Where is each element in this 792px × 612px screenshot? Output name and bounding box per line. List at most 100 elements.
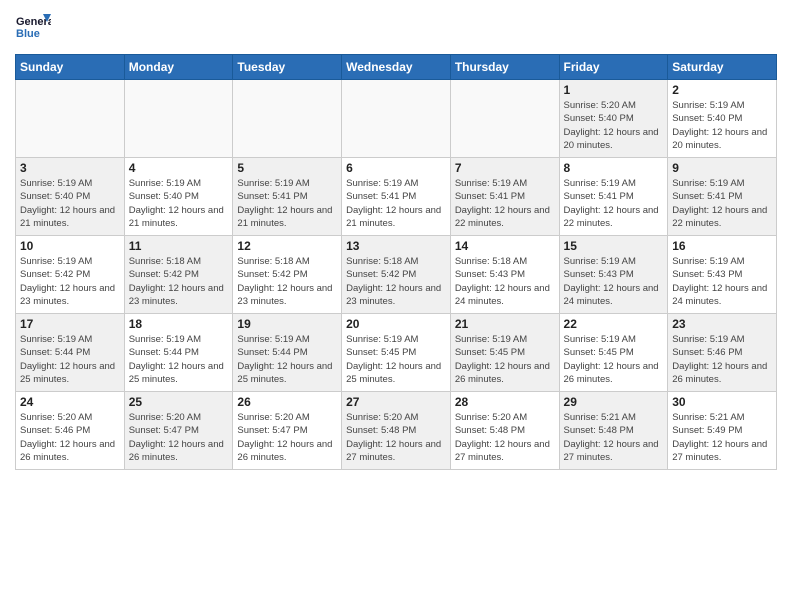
day-info: Sunrise: 5:19 AM Sunset: 5:41 PM Dayligh… xyxy=(564,177,664,230)
day-info: Sunrise: 5:19 AM Sunset: 5:41 PM Dayligh… xyxy=(455,177,555,230)
calendar-cell: 22 Sunrise: 5:19 AM Sunset: 5:45 PM Dayli… xyxy=(559,314,668,392)
calendar-cell: 12Sunrise: 5:18 AM Sunset: 5:42 PM Dayli… xyxy=(233,236,342,314)
calendar-cell: 6Sunrise: 5:19 AM Sunset: 5:41 PM Daylig… xyxy=(342,158,451,236)
calendar-week-row: 3 Sunrise: 5:19 AM Sunset: 5:40 PM Daylig… xyxy=(16,158,777,236)
calendar-cell: 1 Sunrise: 5:20 AM Sunset: 5:40 PM Daylig… xyxy=(559,80,668,158)
weekday-header: Sunday xyxy=(16,55,125,80)
calendar-cell: 3 Sunrise: 5:19 AM Sunset: 5:40 PM Daylig… xyxy=(16,158,125,236)
calendar-cell: 14Sunrise: 5:18 AM Sunset: 5:43 PM Dayli… xyxy=(450,236,559,314)
day-number: 11 xyxy=(129,239,229,253)
day-number: 21 xyxy=(455,317,555,331)
day-number: 18 xyxy=(129,317,229,331)
day-number: 1 xyxy=(564,83,664,97)
day-number: 8 xyxy=(564,161,664,175)
day-info: Sunrise: 5:18 AM Sunset: 5:42 PM Dayligh… xyxy=(346,255,446,308)
day-number: 10 xyxy=(20,239,120,253)
day-info: Sunrise: 5:19 AM Sunset: 5:41 PM Dayligh… xyxy=(237,177,337,230)
calendar-cell: 4 Sunrise: 5:19 AM Sunset: 5:40 PM Daylig… xyxy=(124,158,233,236)
logo-icon: General Blue xyxy=(15,10,51,46)
calendar-cell: 13 Sunrise: 5:18 AM Sunset: 5:42 PM Dayli… xyxy=(342,236,451,314)
day-info: Sunrise: 5:18 AM Sunset: 5:42 PM Dayligh… xyxy=(129,255,229,308)
calendar-cell: 28Sunrise: 5:20 AM Sunset: 5:48 PM Dayli… xyxy=(450,392,559,470)
weekday-header: Wednesday xyxy=(342,55,451,80)
day-number: 6 xyxy=(346,161,446,175)
day-info: Sunrise: 5:19 AM Sunset: 5:46 PM Dayligh… xyxy=(672,333,772,386)
day-info: Sunrise: 5:19 AM Sunset: 5:41 PM Dayligh… xyxy=(672,177,772,230)
day-number: 30 xyxy=(672,395,772,409)
calendar-cell xyxy=(16,80,125,158)
day-info: Sunrise: 5:19 AM Sunset: 5:45 PM Dayligh… xyxy=(455,333,555,386)
calendar-cell: 11 Sunrise: 5:18 AM Sunset: 5:42 PM Dayli… xyxy=(124,236,233,314)
calendar-container: General Blue SundayMondayTuesdayWednesda… xyxy=(0,0,792,480)
weekday-header: Tuesday xyxy=(233,55,342,80)
day-number: 5 xyxy=(237,161,337,175)
weekday-header: Saturday xyxy=(668,55,777,80)
calendar-table: SundayMondayTuesdayWednesdayThursdayFrid… xyxy=(15,54,777,470)
day-number: 7 xyxy=(455,161,555,175)
day-info: Sunrise: 5:19 AM Sunset: 5:40 PM Dayligh… xyxy=(672,99,772,152)
logo: General Blue xyxy=(15,10,51,46)
calendar-cell: 7 Sunrise: 5:19 AM Sunset: 5:41 PM Daylig… xyxy=(450,158,559,236)
calendar-week-row: 17 Sunrise: 5:19 AM Sunset: 5:44 PM Dayli… xyxy=(16,314,777,392)
calendar-cell: 25Sunrise: 5:20 AM Sunset: 5:47 PM Dayli… xyxy=(124,392,233,470)
day-number: 20 xyxy=(346,317,446,331)
calendar-cell xyxy=(450,80,559,158)
calendar-week-row: 10 Sunrise: 5:19 AM Sunset: 5:42 PM Dayli… xyxy=(16,236,777,314)
day-info: Sunrise: 5:20 AM Sunset: 5:47 PM Dayligh… xyxy=(129,411,229,464)
day-info: Sunrise: 5:20 AM Sunset: 5:40 PM Dayligh… xyxy=(564,99,664,152)
calendar-cell: 23 Sunrise: 5:19 AM Sunset: 5:46 PM Dayli… xyxy=(668,314,777,392)
calendar-cell: 29Sunrise: 5:21 AM Sunset: 5:48 PM Dayli… xyxy=(559,392,668,470)
calendar-cell: 18 Sunrise: 5:19 AM Sunset: 5:44 PM Dayli… xyxy=(124,314,233,392)
calendar-cell: 20 Sunrise: 5:19 AM Sunset: 5:45 PM Dayli… xyxy=(342,314,451,392)
weekday-header: Friday xyxy=(559,55,668,80)
calendar-cell: 2Sunrise: 5:19 AM Sunset: 5:40 PM Daylig… xyxy=(668,80,777,158)
day-number: 24 xyxy=(20,395,120,409)
calendar-week-row: 24 Sunrise: 5:20 AM Sunset: 5:46 PM Dayli… xyxy=(16,392,777,470)
day-info: Sunrise: 5:20 AM Sunset: 5:48 PM Dayligh… xyxy=(346,411,446,464)
day-number: 12 xyxy=(237,239,337,253)
day-info: Sunrise: 5:19 AM Sunset: 5:40 PM Dayligh… xyxy=(20,177,120,230)
day-info: Sunrise: 5:21 AM Sunset: 5:48 PM Dayligh… xyxy=(564,411,664,464)
day-info: Sunrise: 5:20 AM Sunset: 5:48 PM Dayligh… xyxy=(455,411,555,464)
day-number: 13 xyxy=(346,239,446,253)
day-number: 4 xyxy=(129,161,229,175)
day-info: Sunrise: 5:20 AM Sunset: 5:47 PM Dayligh… xyxy=(237,411,337,464)
calendar-cell xyxy=(124,80,233,158)
calendar-cell: 21 Sunrise: 5:19 AM Sunset: 5:45 PM Dayli… xyxy=(450,314,559,392)
calendar-week-row: 1 Sunrise: 5:20 AM Sunset: 5:40 PM Daylig… xyxy=(16,80,777,158)
day-number: 16 xyxy=(672,239,772,253)
calendar-cell: 26 Sunrise: 5:20 AM Sunset: 5:47 PM Dayli… xyxy=(233,392,342,470)
calendar-cell: 10 Sunrise: 5:19 AM Sunset: 5:42 PM Dayli… xyxy=(16,236,125,314)
calendar-cell: 19Sunrise: 5:19 AM Sunset: 5:44 PM Dayli… xyxy=(233,314,342,392)
day-number: 15 xyxy=(564,239,664,253)
day-number: 23 xyxy=(672,317,772,331)
day-info: Sunrise: 5:19 AM Sunset: 5:44 PM Dayligh… xyxy=(237,333,337,386)
day-info: Sunrise: 5:19 AM Sunset: 5:40 PM Dayligh… xyxy=(129,177,229,230)
day-info: Sunrise: 5:19 AM Sunset: 5:44 PM Dayligh… xyxy=(129,333,229,386)
weekday-header: Thursday xyxy=(450,55,559,80)
day-number: 17 xyxy=(20,317,120,331)
calendar-cell: 27 Sunrise: 5:20 AM Sunset: 5:48 PM Dayli… xyxy=(342,392,451,470)
day-number: 14 xyxy=(455,239,555,253)
day-number: 26 xyxy=(237,395,337,409)
day-info: Sunrise: 5:19 AM Sunset: 5:45 PM Dayligh… xyxy=(346,333,446,386)
calendar-cell: 30Sunrise: 5:21 AM Sunset: 5:49 PM Dayli… xyxy=(668,392,777,470)
day-info: Sunrise: 5:20 AM Sunset: 5:46 PM Dayligh… xyxy=(20,411,120,464)
day-info: Sunrise: 5:19 AM Sunset: 5:45 PM Dayligh… xyxy=(564,333,664,386)
header-row: General Blue xyxy=(15,10,777,46)
day-number: 9 xyxy=(672,161,772,175)
day-info: Sunrise: 5:19 AM Sunset: 5:43 PM Dayligh… xyxy=(672,255,772,308)
calendar-cell xyxy=(342,80,451,158)
day-number: 3 xyxy=(20,161,120,175)
svg-text:Blue: Blue xyxy=(16,28,40,40)
calendar-cell: 24 Sunrise: 5:20 AM Sunset: 5:46 PM Dayli… xyxy=(16,392,125,470)
day-number: 27 xyxy=(346,395,446,409)
calendar-cell: 16 Sunrise: 5:19 AM Sunset: 5:43 PM Dayli… xyxy=(668,236,777,314)
calendar-cell: 17Sunrise: 5:19 AM Sunset: 5:44 PM Dayli… xyxy=(16,314,125,392)
header-row-days: SundayMondayTuesdayWednesdayThursdayFrid… xyxy=(16,55,777,80)
day-info: Sunrise: 5:19 AM Sunset: 5:43 PM Dayligh… xyxy=(564,255,664,308)
day-info: Sunrise: 5:19 AM Sunset: 5:42 PM Dayligh… xyxy=(20,255,120,308)
day-number: 22 xyxy=(564,317,664,331)
calendar-cell: 9 Sunrise: 5:19 AM Sunset: 5:41 PM Daylig… xyxy=(668,158,777,236)
calendar-cell xyxy=(233,80,342,158)
